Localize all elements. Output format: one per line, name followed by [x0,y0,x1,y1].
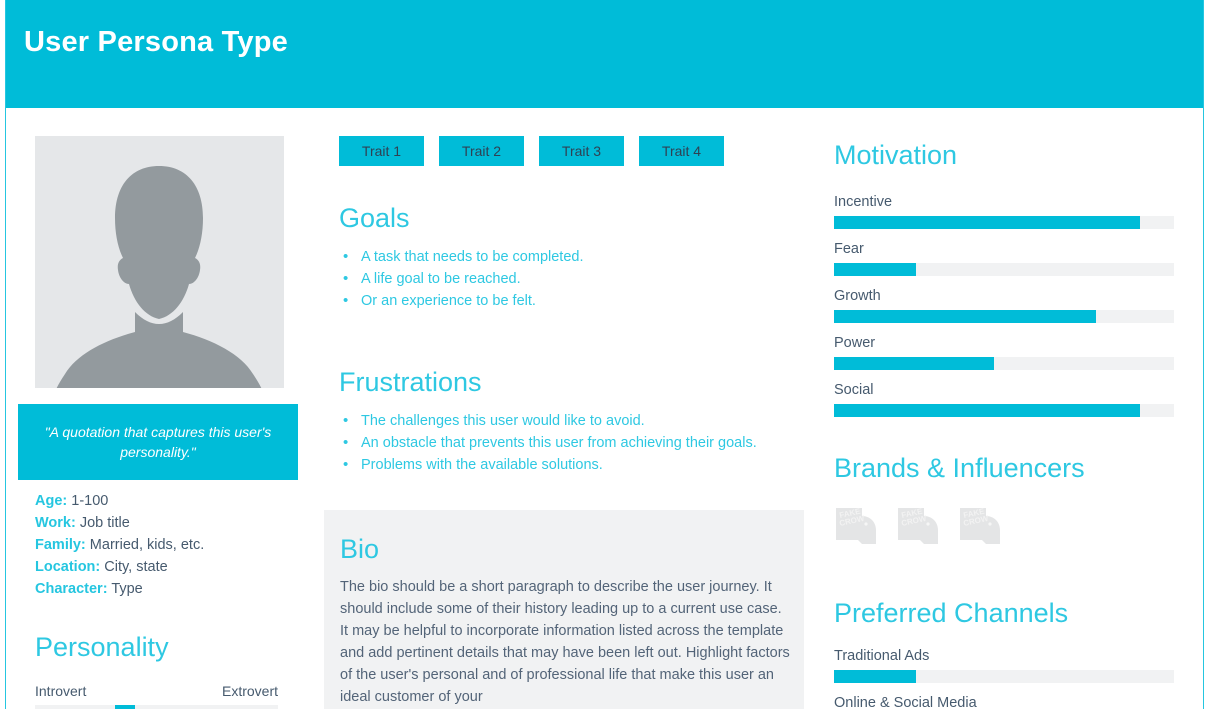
slider-right-label: Extrovert [221,683,278,699]
fact-key: Location: [35,559,101,575]
personality-slider-thumb[interactable] [114,705,135,709]
bar-fill [834,216,1140,229]
fact-row: Location: City, state [35,556,315,578]
bio-card: Bio The bio should be a short paragraph … [324,510,804,709]
trait-chip[interactable]: Trait 4 [639,136,724,166]
trait-chip[interactable]: Trait 2 [439,136,524,166]
bio-text: The bio should be a short paragraph to d… [340,579,790,705]
person-silhouette-icon [35,136,284,388]
slider-label-row: Introvert Extrovert [35,683,278,699]
bio-heading: Bio [340,534,380,564]
motivation-bar-row: Power [834,335,1184,370]
channel-bar-row: Traditional Ads [834,648,1184,683]
goals-list-item: A life goal to be reached. [340,268,583,290]
bar-track[interactable] [834,670,1174,683]
fact-value: Type [111,581,143,597]
avatar [35,136,284,388]
bar-track[interactable] [834,216,1174,229]
motivation-bar-row: Incentive [834,194,1184,229]
fact-row: Work: Job title [35,512,315,534]
fake-crow-logo-icon: FAKE CROW [836,507,876,544]
personality-slider-track[interactable] [35,705,278,709]
fact-key: Work: [35,515,76,531]
goals-list: A task that needs to be completed. A lif… [340,246,583,312]
bar-label: Incentive [834,194,893,210]
bar-fill [834,263,916,276]
fact-value: City, state [104,559,168,575]
persona-quote-text: "A quotation that captures this user's p… [44,424,272,460]
slider-left-label: Introvert [35,683,87,699]
page-header: User Persona Type [6,0,1203,108]
bar-label: Online & Social Media [834,695,977,709]
motivation-bar-row: Fear [834,241,1184,276]
frustrations-list-item: An obstacle that prevents this user from… [340,432,757,454]
goals-list-item: A task that needs to be completed. [340,246,583,268]
bar-track[interactable] [834,404,1174,417]
trait-chip[interactable]: Trait 1 [339,136,424,166]
fake-crow-logo-icon: FAKE CROW [960,507,1000,544]
bar-fill [834,404,1140,417]
bar-track[interactable] [834,357,1174,370]
frustrations-heading: Frustrations [339,367,482,397]
fact-row: Family: Married, kids, etc. [35,534,315,556]
bar-label: Power [834,335,876,351]
personality-heading: Personality [35,632,169,662]
channels-heading: Preferred Channels [834,598,1069,628]
frustrations-list: The challenges this user would like to a… [340,410,757,476]
persona-quote-card: "A quotation that captures this user's p… [18,404,298,480]
bar-fill [834,310,1096,323]
persona-template-page: User Persona Type "A quotation that capt… [5,0,1204,709]
fact-key: Age: [35,493,68,509]
bar-label: Fear [834,241,864,257]
motivation-bar-chart: Incentive Fear Growth Power Social [834,194,1184,429]
fake-crow-logo-icon: FAKE CROW [898,507,938,544]
bar-label: Traditional Ads [834,648,930,664]
trait-chip[interactable]: Trait 3 [539,136,624,166]
motivation-bar-row: Social [834,382,1184,417]
bar-label: Social [834,382,874,398]
fact-value: 1-100 [71,493,109,509]
fact-value: Job title [79,515,130,531]
fact-row: Character: Type [35,578,315,600]
brand-logo-group: FAKE CROW FAKE CROW FAKE CROW [832,500,1008,548]
bar-fill [834,357,994,370]
goals-list-item: Or an experience to be felt. [340,290,583,312]
fact-row: Age: 1-100 [35,490,315,512]
goals-heading: Goals [339,203,410,233]
fact-key: Family: [35,537,86,553]
bar-track[interactable] [834,310,1174,323]
trait-chip-group: Trait 1 Trait 2 Trait 3 Trait 4 [339,136,724,166]
fact-value: Married, kids, etc. [89,537,205,553]
motivation-heading: Motivation [834,140,958,170]
personality-sliders: Introvert Extrovert [35,683,278,709]
channel-bar-row: Online & Social Media [834,695,1184,709]
page-title: User Persona Type [24,26,288,58]
bar-label: Growth [834,288,881,304]
persona-facts-list: Age: 1-100 Work: Job title Family: Marri… [35,490,315,600]
bar-fill [834,670,916,683]
frustrations-list-item: Problems with the available solutions. [340,454,757,476]
preferred-channels-bar-chart: Traditional Ads Online & Social Media [834,648,1184,709]
motivation-bar-row: Growth [834,288,1184,323]
frustrations-list-item: The challenges this user would like to a… [340,410,757,432]
brands-heading: Brands & Influencers [834,453,1085,483]
fact-key: Character: [35,581,108,597]
bar-track[interactable] [834,263,1174,276]
